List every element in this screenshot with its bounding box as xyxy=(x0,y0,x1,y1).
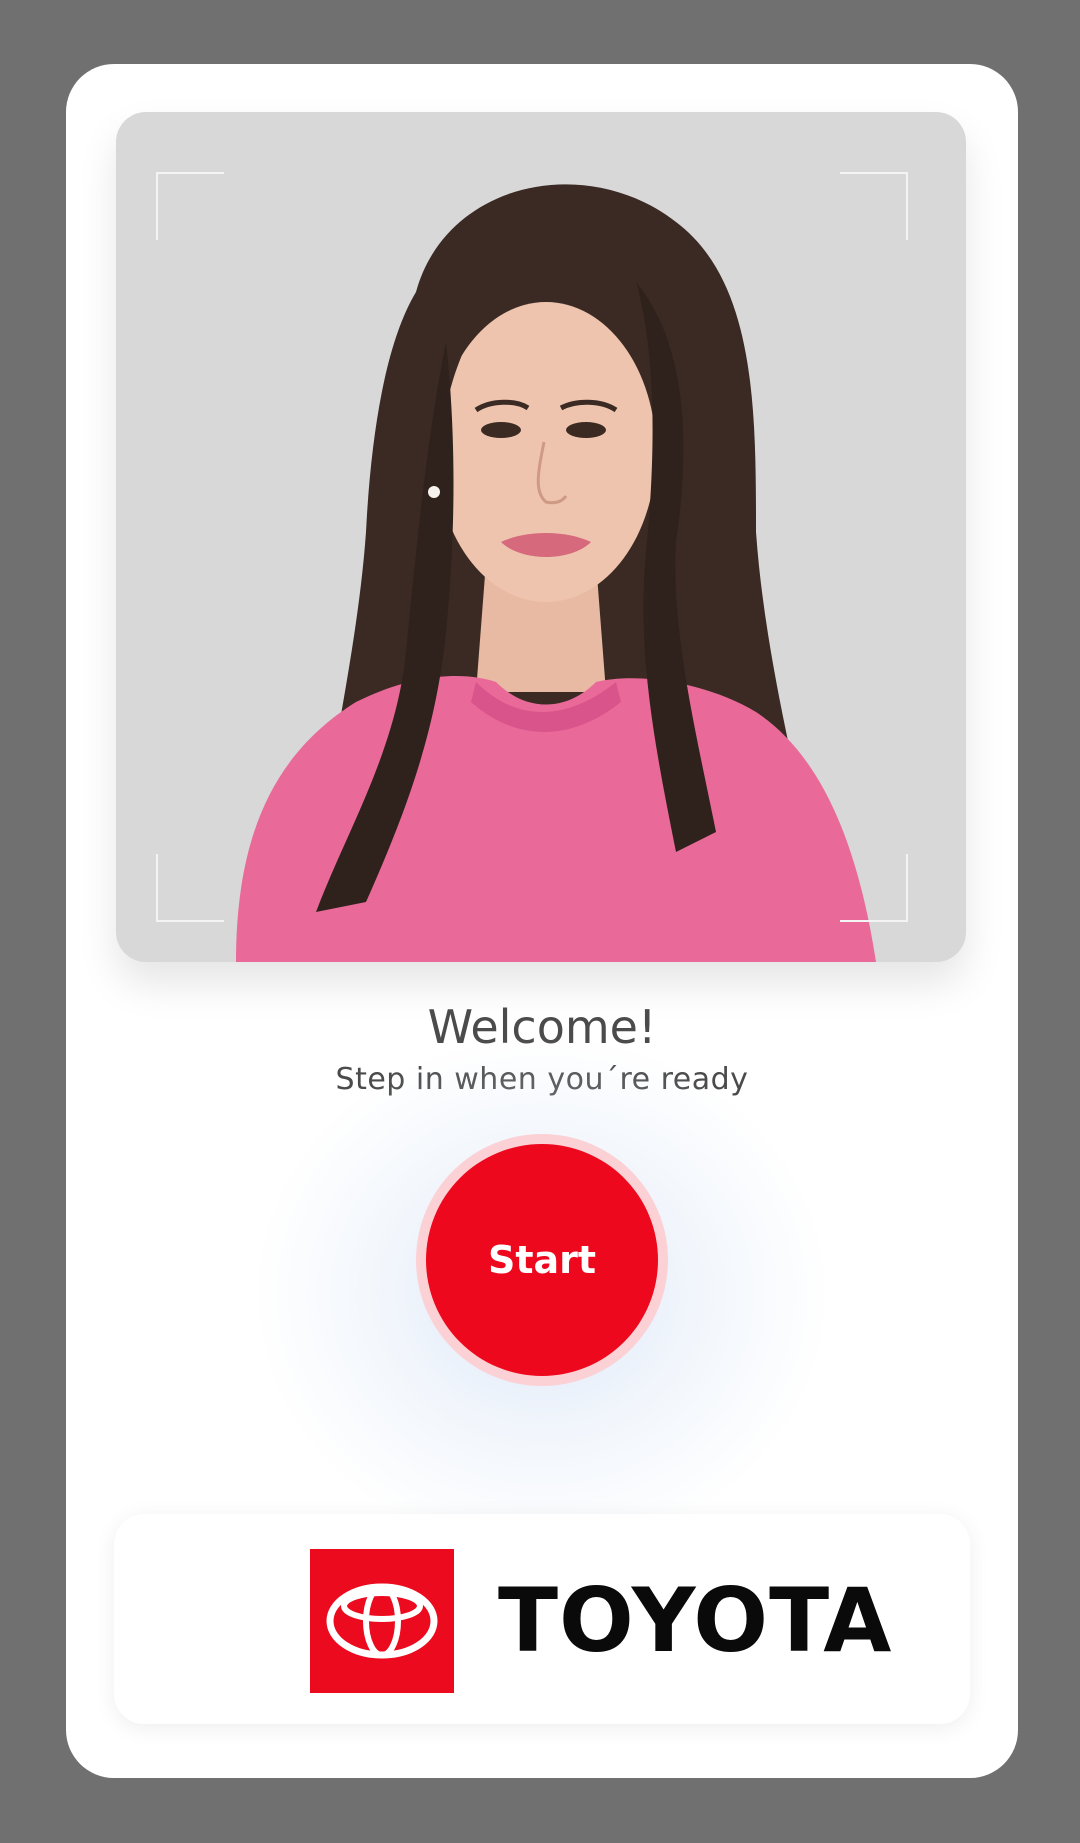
camera-preview xyxy=(116,112,966,962)
brand-wordmark: TOYOTA xyxy=(498,1569,893,1672)
viewfinder-corner-top-left-icon xyxy=(156,172,224,240)
start-button[interactable]: Start xyxy=(426,1144,658,1376)
toyota-emblem-icon xyxy=(310,1549,454,1693)
viewfinder-corner-bottom-left-icon xyxy=(156,854,224,922)
viewfinder-corner-bottom-right-icon xyxy=(840,854,908,922)
brand-panel: TOYOTA xyxy=(114,1514,970,1724)
viewfinder-corner-top-right-icon xyxy=(840,172,908,240)
portrait-photo xyxy=(236,184,876,962)
welcome-card: Welcome! Step in when you´re ready Start… xyxy=(66,64,1018,1778)
